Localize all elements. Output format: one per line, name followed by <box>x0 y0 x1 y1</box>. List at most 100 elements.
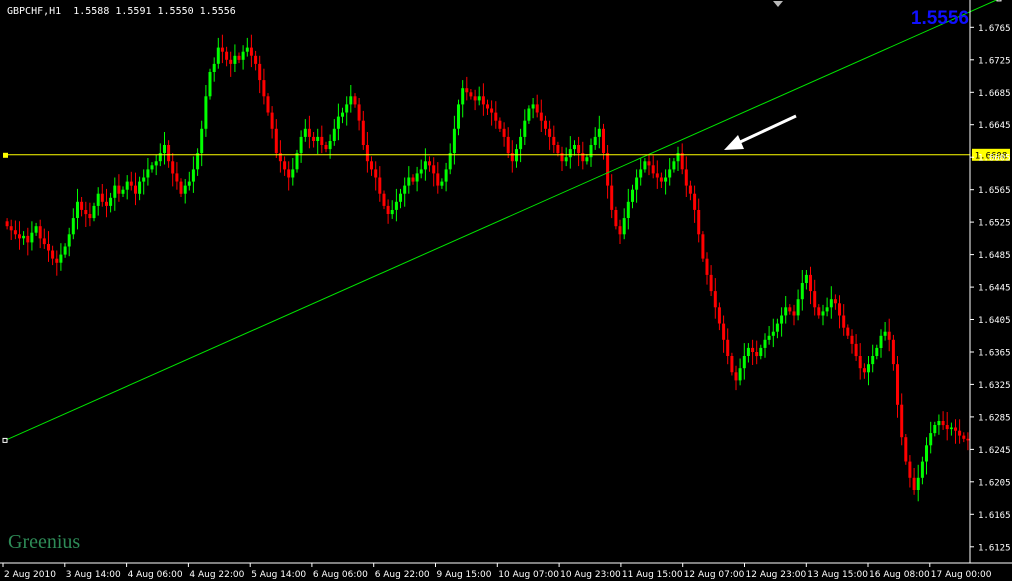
candle-body <box>303 128 307 137</box>
candle-body <box>643 161 647 170</box>
candle-body <box>324 145 328 150</box>
time-tick-label: 10 Aug 07:00 <box>498 570 559 580</box>
candle-body <box>883 331 887 336</box>
trendline-anchor[interactable] <box>996 0 1002 2</box>
candle-body <box>461 88 465 105</box>
candle-body <box>796 299 800 316</box>
price-tick-label: 1.6605 <box>978 154 1011 164</box>
candle-body <box>730 356 734 373</box>
candle-body <box>208 72 212 97</box>
candle-body <box>117 185 121 194</box>
candle-body <box>494 112 498 121</box>
trendline-anchor[interactable] <box>2 437 8 443</box>
candle-body <box>18 234 21 239</box>
candle-body <box>142 177 146 182</box>
candle-body <box>887 331 891 340</box>
candle-body <box>357 104 361 121</box>
candle-body <box>283 161 287 170</box>
price-tick-label: 1.6565 <box>978 186 1011 196</box>
candle-body <box>548 128 552 137</box>
time-tick-label: 13 Aug 15:00 <box>807 570 868 580</box>
candle-body <box>30 232 34 243</box>
candle-body <box>804 274 808 283</box>
candle-body <box>113 185 117 198</box>
candle-body <box>937 421 941 426</box>
candle-body <box>535 104 539 113</box>
candle-body <box>573 145 576 150</box>
candle-body <box>788 307 792 312</box>
candle-body <box>523 120 527 137</box>
candle-body <box>945 425 949 430</box>
hline-anchor[interactable] <box>3 152 8 158</box>
candle-body <box>191 169 195 182</box>
candle-body <box>829 299 833 308</box>
candle-body <box>585 157 589 162</box>
price-tick-label: 1.6205 <box>978 478 1011 488</box>
candle-body <box>349 96 353 105</box>
candle-body <box>896 364 899 405</box>
time-tick-label: 12 Aug 07:00 <box>684 570 745 580</box>
candle-body <box>88 214 92 219</box>
candle-body <box>411 177 415 182</box>
price-tick-label: 1.6365 <box>978 349 1011 359</box>
candle-body <box>792 311 796 316</box>
candle-body <box>249 47 253 56</box>
candle-body <box>622 218 626 235</box>
candle-body <box>121 189 125 194</box>
candle-body <box>258 63 262 81</box>
candle-body <box>336 116 340 129</box>
candle-body <box>597 128 601 137</box>
candle-body <box>390 210 394 215</box>
price-tick-label: 1.6445 <box>978 284 1011 294</box>
price-chart[interactable]: 1.6608 1.67651.67251.66851.66451.66051.6… <box>0 0 1012 581</box>
candle-body <box>825 307 829 312</box>
candle-body <box>900 404 904 438</box>
candle-body <box>419 169 423 174</box>
candle-body <box>167 145 171 162</box>
candle-body <box>452 128 456 154</box>
candle-body <box>196 153 200 170</box>
candle-body <box>47 244 50 251</box>
candle-body <box>568 149 572 158</box>
candle-body <box>659 177 663 182</box>
candle-body <box>55 258 59 263</box>
candle-body <box>341 112 344 117</box>
candle-body <box>220 47 224 52</box>
candle-body <box>833 299 837 304</box>
candle-body <box>345 104 349 113</box>
candle-body <box>891 339 895 365</box>
candle-body <box>842 315 846 328</box>
candle-body <box>307 128 311 137</box>
candle-body <box>614 210 618 227</box>
candle-body <box>746 347 750 356</box>
ohlc-values: 1.5588 1.5591 1.5550 1.5556 <box>73 6 236 17</box>
candle-body <box>399 193 402 202</box>
candle-body <box>320 136 324 145</box>
candle-body <box>254 55 258 64</box>
candle-body <box>784 307 788 316</box>
candle-body <box>71 218 75 235</box>
candle-body <box>610 185 614 210</box>
candle-body <box>361 120 365 145</box>
candle-body <box>751 347 755 352</box>
price-tick-label: 1.6125 <box>978 543 1011 553</box>
candle-body <box>171 161 175 174</box>
candle-body <box>871 356 875 365</box>
price-tick-label: 1.6525 <box>978 219 1011 229</box>
candle-body <box>875 347 879 356</box>
candle-body <box>365 145 369 162</box>
bid-price-display: 1.5556 <box>911 8 969 29</box>
candle-body <box>813 291 817 308</box>
price-tick-label: 1.6285 <box>978 413 1011 423</box>
candle-body <box>403 185 407 194</box>
candle-body <box>519 136 523 150</box>
candle-body <box>9 226 13 231</box>
candle-body <box>80 201 84 210</box>
candle-body <box>312 136 316 141</box>
candle-body <box>67 234 71 247</box>
candle-body <box>486 104 489 109</box>
candle-body <box>386 205 390 214</box>
candle-body <box>684 169 688 186</box>
candle-body <box>473 96 477 101</box>
candle-body <box>564 157 568 162</box>
